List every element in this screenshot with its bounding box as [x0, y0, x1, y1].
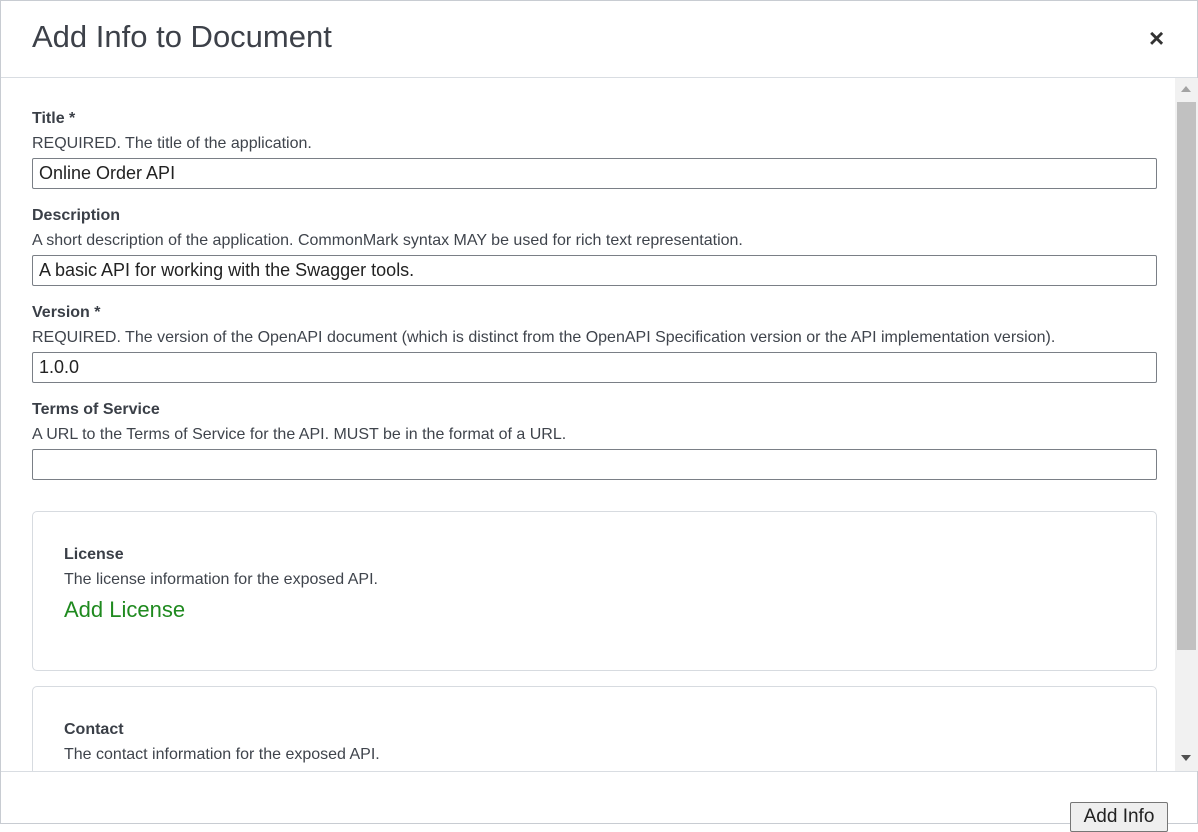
contact-description: The contact information for the exposed … [64, 746, 380, 763]
terms-of-service-label: Terms of Service [32, 401, 160, 418]
vertical-scrollbar[interactable] [1175, 78, 1198, 771]
add-info-modal: Add Info to Document × Title * REQUIRED.… [0, 0, 1198, 832]
modal-header: Add Info to Document × [1, 1, 1197, 78]
scroll-down-arrow-icon[interactable] [1181, 755, 1191, 761]
license-description: The license information for the exposed … [64, 571, 378, 588]
modal-title: Add Info to Document [32, 19, 332, 54]
modal-footer: Add Info [1, 771, 1197, 832]
terms-of-service-description: A URL to the Terms of Service for the AP… [32, 426, 567, 443]
add-info-button[interactable]: Add Info [1070, 802, 1168, 832]
scroll-up-arrow-icon[interactable] [1181, 86, 1191, 92]
close-icon[interactable]: × [1149, 25, 1164, 51]
license-label: License [64, 546, 124, 563]
terms-of-service-input[interactable] [32, 449, 1157, 480]
version-input[interactable] [32, 352, 1157, 383]
add-license-link[interactable]: Add License [64, 597, 185, 623]
title-label: Title * [32, 110, 76, 127]
scrollbar-thumb[interactable] [1177, 102, 1196, 650]
modal-body[interactable]: Title * REQUIRED. The title of the appli… [1, 78, 1175, 771]
title-input[interactable] [32, 158, 1157, 189]
description-input[interactable] [32, 255, 1157, 286]
title-description: REQUIRED. The title of the application. [32, 135, 312, 152]
contact-card: Contact The contact information for the … [32, 686, 1157, 771]
license-card: License The license information for the … [32, 511, 1157, 671]
contact-label: Contact [64, 721, 124, 738]
description-label: Description [32, 207, 121, 224]
version-description: REQUIRED. The version of the OpenAPI doc… [32, 329, 1056, 346]
version-label: Version * [32, 304, 101, 321]
description-description: A short description of the application. … [32, 232, 743, 249]
